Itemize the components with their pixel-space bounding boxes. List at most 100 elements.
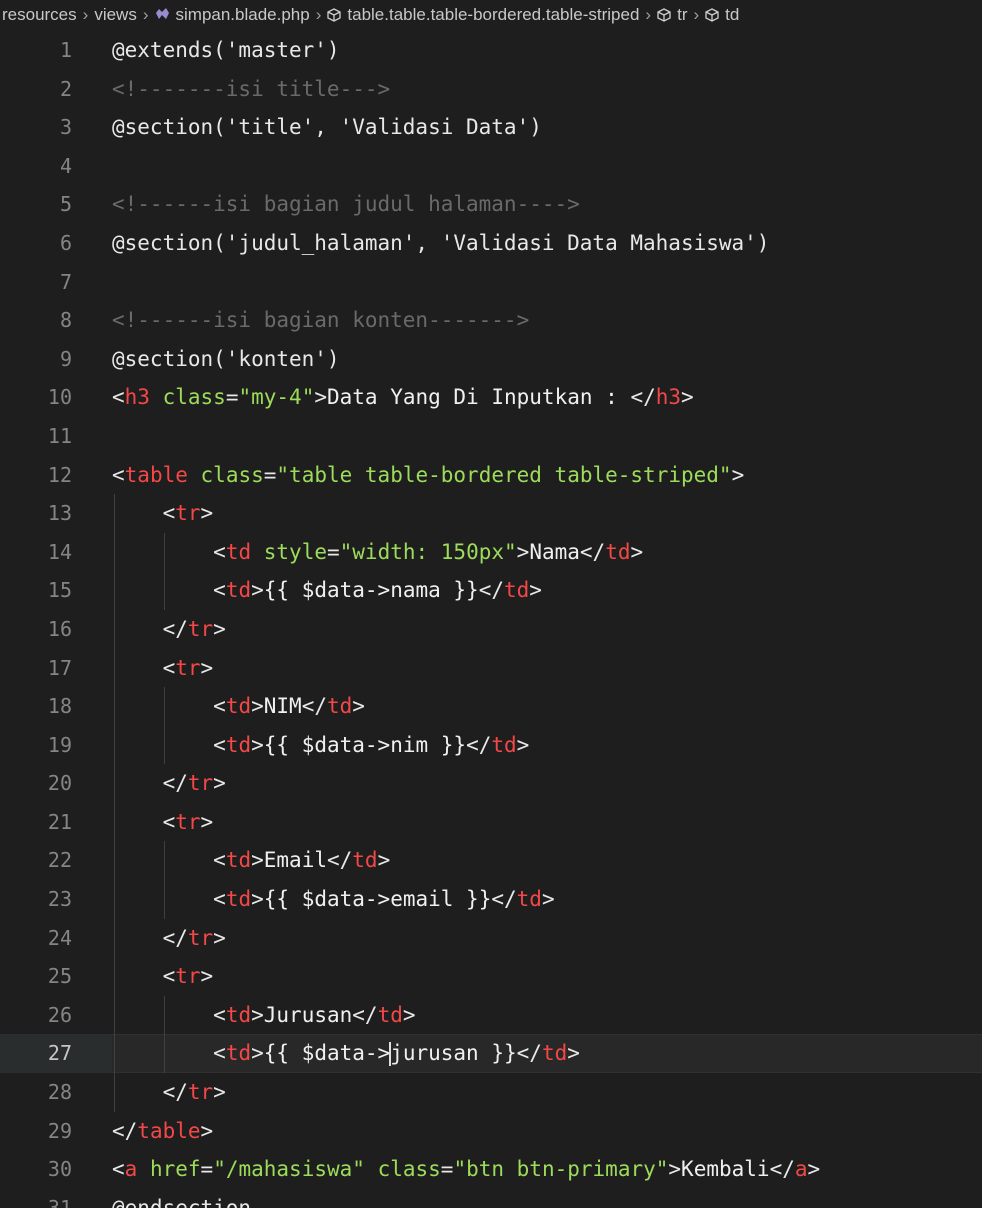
code-line[interactable]: 28 </tr> bbox=[0, 1073, 982, 1112]
line-number[interactable]: 28 bbox=[0, 1073, 72, 1112]
line-number[interactable]: 23 bbox=[0, 880, 72, 919]
code-line-text: @endsection bbox=[112, 1195, 252, 1208]
code-line[interactable]: 7 bbox=[0, 263, 982, 302]
line-number[interactable]: 19 bbox=[0, 726, 72, 765]
symbol-cube-icon bbox=[657, 8, 671, 22]
code-line[interactable]: 17 <tr> bbox=[0, 648, 982, 688]
code-line-text: <tr> bbox=[162, 809, 214, 834]
code-line[interactable]: 2 <!-------isi title---> bbox=[0, 70, 982, 109]
code-line[interactable]: 25 <tr> bbox=[0, 957, 982, 996]
code-line[interactable]: 20 </tr> bbox=[0, 764, 982, 803]
chevron-right-icon: › bbox=[315, 5, 322, 24]
code-line[interactable]: 29 </table> bbox=[0, 1112, 982, 1151]
line-number[interactable]: 8 bbox=[0, 301, 72, 340]
code-line-text: <tr> bbox=[162, 501, 214, 526]
code-line[interactable]: 11 bbox=[0, 417, 982, 456]
code-line-text: </tr> bbox=[162, 1080, 226, 1105]
line-number[interactable]: 5 bbox=[0, 185, 72, 224]
breadcrumb-item-views[interactable]: views bbox=[94, 5, 137, 25]
code-line-text: <!------isi bagian judul halaman----> bbox=[112, 192, 580, 217]
code-line[interactable]: 10 <h3 class="my-4">Data Yang Di Inputkan… bbox=[0, 378, 982, 417]
code-area[interactable]: 1 @extends('master') 2 <!-------isi title--… bbox=[0, 31, 982, 1208]
code-line[interactable]: 9 @section('konten') bbox=[0, 340, 982, 379]
code-line-text: <td>NIM</td> bbox=[213, 694, 365, 719]
breadcrumb-item-tr[interactable]: tr bbox=[677, 5, 687, 25]
code-editor[interactable]: resources › views › simpan.blade.php › t… bbox=[0, 0, 982, 1208]
line-number[interactable]: 12 bbox=[0, 456, 72, 495]
code-line-text: <td>Jurusan</td> bbox=[213, 1002, 416, 1027]
line-number[interactable]: 29 bbox=[0, 1112, 72, 1151]
code-line-text: @section('konten') bbox=[112, 346, 340, 371]
code-line-text: <td>{{ $data->nama }}</td> bbox=[213, 578, 542, 603]
line-number[interactable]: 7 bbox=[0, 263, 72, 302]
line-number[interactable]: 20 bbox=[0, 764, 72, 803]
code-line[interactable]: 16 </tr> bbox=[0, 609, 982, 649]
code-line[interactable]: 26 <td>Jurusan</td> bbox=[0, 995, 982, 1035]
chevron-right-icon: › bbox=[142, 5, 149, 24]
chevron-right-icon: › bbox=[645, 5, 652, 24]
code-line[interactable]: 22 <td>Email</td> bbox=[0, 841, 982, 881]
line-number[interactable]: 30 bbox=[0, 1150, 72, 1189]
code-line[interactable]: 12 <table class="table table-bordered tab… bbox=[0, 456, 982, 495]
code-line[interactable]: 15 <td>{{ $data->nama }}</td> bbox=[0, 571, 982, 610]
code-line[interactable]: 1 @extends('master') bbox=[0, 31, 982, 70]
code-line-text: <tr> bbox=[162, 655, 214, 680]
breadcrumb-item-resources[interactable]: resources bbox=[2, 5, 77, 25]
line-number[interactable]: 9 bbox=[0, 340, 72, 379]
line-number[interactable]: 16 bbox=[0, 610, 72, 649]
line-number[interactable]: 11 bbox=[0, 417, 72, 456]
code-line-text: <td>Email</td> bbox=[213, 848, 391, 873]
code-line[interactable]: 24 </tr> bbox=[0, 918, 982, 958]
breadcrumb-item-file[interactable]: simpan.blade.php bbox=[176, 5, 310, 25]
blade-file-icon bbox=[155, 5, 170, 25]
line-number[interactable]: 18 bbox=[0, 687, 72, 726]
code-line[interactable]: 5 <!------isi bagian judul halaman----> bbox=[0, 185, 982, 224]
breadcrumb: resources › views › simpan.blade.php › t… bbox=[0, 0, 982, 30]
breadcrumb-item-table[interactable]: table.table.table-bordered.table-striped bbox=[347, 5, 639, 25]
code-line-text: </tr> bbox=[162, 771, 226, 796]
code-line[interactable]: 31 @endsection bbox=[0, 1189, 982, 1208]
code-line-text: @extends('master') bbox=[112, 38, 340, 62]
code-line-text: </tr> bbox=[162, 925, 226, 950]
line-number[interactable]: 3 bbox=[0, 108, 72, 147]
code-line[interactable]: 4 bbox=[0, 147, 982, 186]
code-line[interactable]: 6 @section('judul_halaman', 'Validasi Dat… bbox=[0, 224, 982, 263]
code-line-text: <td style="width: 150px">Nama</td> bbox=[213, 539, 644, 564]
line-number[interactable]: 22 bbox=[0, 841, 72, 880]
line-number[interactable]: 10 bbox=[0, 378, 72, 417]
chevron-right-icon: › bbox=[693, 5, 700, 24]
code-line-text: <a href="/mahasiswa" class="btn btn-prim… bbox=[112, 1157, 821, 1182]
code-line[interactable]: 14 <td style="width: 150px">Nama</td> bbox=[0, 532, 982, 572]
code-line[interactable]: 3 @section('title', 'Validasi Data') bbox=[0, 108, 982, 147]
symbol-cube-icon bbox=[327, 8, 342, 22]
chevron-right-icon: › bbox=[82, 5, 89, 24]
breadcrumb-item-td[interactable]: td bbox=[725, 5, 739, 25]
line-number[interactable]: 14 bbox=[0, 533, 72, 572]
code-line[interactable]: 21 <tr> bbox=[0, 802, 982, 842]
line-number[interactable]: 25 bbox=[0, 957, 72, 996]
line-number[interactable]: 6 bbox=[0, 224, 72, 263]
line-number[interactable]: 4 bbox=[0, 147, 72, 186]
code-line-text: <!-------isi title---> bbox=[112, 76, 391, 101]
line-number[interactable]: 1 bbox=[0, 31, 72, 70]
code-line[interactable]: 30 <a href="/mahasiswa" class="btn btn-pr… bbox=[0, 1150, 982, 1189]
code-line[interactable]: 8 <!------isi bagian konten-------> bbox=[0, 301, 982, 340]
code-line[interactable]: 13 <tr> bbox=[0, 494, 982, 533]
symbol-cube-icon bbox=[705, 8, 719, 22]
line-number[interactable]: 15 bbox=[0, 571, 72, 610]
line-number[interactable]: 26 bbox=[0, 996, 72, 1035]
code-line-text: @section('judul_halaman', 'Validasi Data… bbox=[112, 230, 770, 255]
code-line[interactable]: 27 <td>{{ $data->jurusan }}</td> bbox=[0, 1034, 982, 1074]
code-line[interactable]: 18 <td>NIM</td> bbox=[0, 687, 982, 726]
line-number[interactable]: 17 bbox=[0, 649, 72, 688]
code-line[interactable]: 23 <td>{{ $data->email }}</td> bbox=[0, 880, 982, 919]
line-number[interactable]: 13 bbox=[0, 494, 72, 533]
text-cursor bbox=[389, 1042, 392, 1067]
line-number[interactable]: 27 bbox=[0, 1034, 72, 1073]
code-line-text: <td>{{ $data->email }}</td> bbox=[213, 887, 555, 912]
line-number[interactable]: 24 bbox=[0, 919, 72, 958]
line-number[interactable]: 2 bbox=[0, 70, 72, 109]
line-number[interactable]: 31 bbox=[0, 1189, 72, 1208]
code-line[interactable]: 19 <td>{{ $data->nim }}</td> bbox=[0, 725, 982, 765]
line-number[interactable]: 21 bbox=[0, 803, 72, 842]
